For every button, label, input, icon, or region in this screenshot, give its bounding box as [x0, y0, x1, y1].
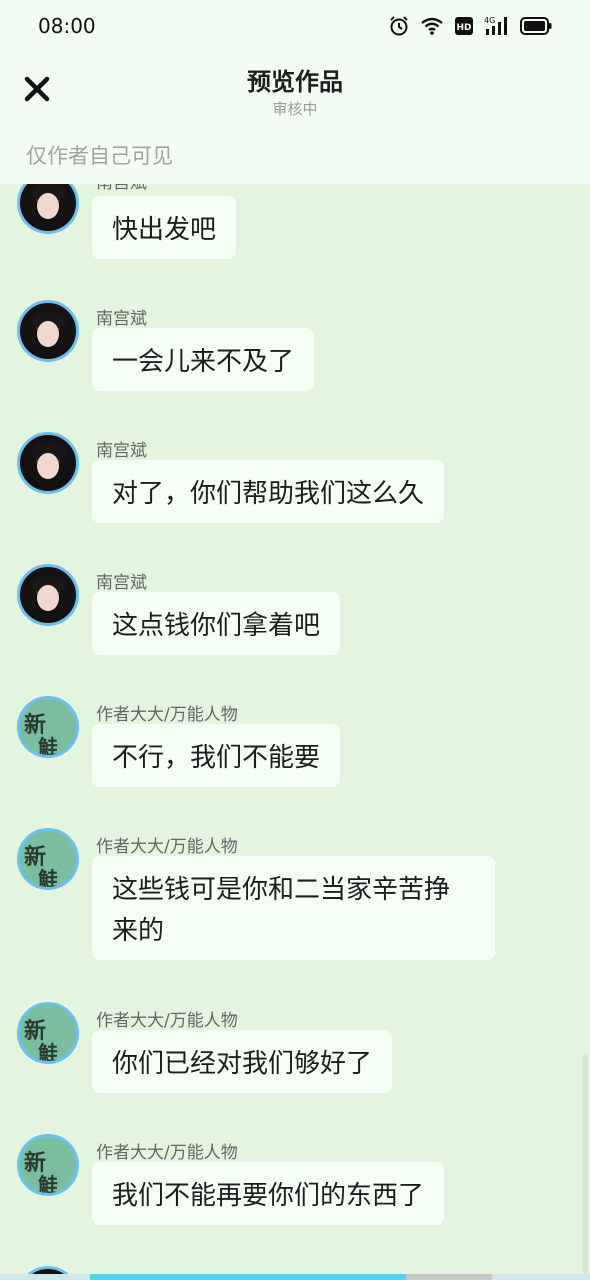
hd-icon: HD	[455, 17, 473, 35]
sender-name: 作者大大/万能人物	[96, 1143, 238, 1163]
progress-fill	[90, 1274, 406, 1280]
avatar[interactable]	[17, 564, 79, 626]
avatar-char: 鮭	[38, 1041, 58, 1064]
sender-name: 作者大大/万能人物	[96, 837, 238, 857]
sender-name: 作者大大/万能人物	[96, 705, 238, 725]
message-bubble[interactable]: 我们不能再要你们的东西了	[92, 1162, 445, 1225]
visibility-note: 仅作者自己可见	[26, 144, 173, 168]
message-bubble[interactable]: 你们已经对我们够好了	[92, 1030, 393, 1093]
page-title: 预览作品	[247, 68, 343, 96]
avatar-char: 鮭	[38, 867, 58, 890]
status-bar: 08:00 HD 4G	[0, 0, 590, 52]
progress-remaining	[406, 1274, 492, 1280]
signal-4g-icon: 4G	[484, 16, 507, 35]
svg-text:HD: HD	[456, 23, 471, 33]
message-bubble[interactable]: 对了，你们帮助我们这么久	[92, 460, 445, 523]
avatar[interactable]	[17, 432, 79, 494]
sender-name: 南宫斌	[96, 184, 147, 193]
avatar[interactable]: 新 鮭	[17, 1134, 79, 1196]
battery-icon	[520, 17, 552, 35]
avatar[interactable]	[17, 300, 79, 362]
wifi-icon	[421, 17, 443, 35]
chat-list[interactable]: 南宫斌 快出发吧 南宫斌 一会儿来不及了 南宫斌 对了，你们帮助我们这么久 南宫…	[0, 184, 590, 1280]
avatar[interactable]: 新 鮭	[17, 828, 79, 890]
avatar[interactable]: 新 鮭	[17, 696, 79, 758]
scrollbar[interactable]	[582, 1054, 588, 1274]
sender-name: 南宫斌	[96, 573, 147, 593]
sender-name: 南宫斌	[96, 441, 147, 461]
avatar-char: 鮭	[38, 1173, 58, 1196]
message-bubble[interactable]: 这些钱可是你和二当家辛苦挣来的	[92, 856, 495, 960]
status-time: 08:00	[38, 14, 96, 38]
avatar[interactable]	[17, 184, 79, 234]
svg-text:4G: 4G	[484, 16, 495, 25]
review-status: 审核中	[272, 100, 318, 118]
status-icons: HD 4G	[388, 14, 552, 38]
alarm-icon	[390, 16, 408, 36]
message-bubble[interactable]: 不行，我们不能要	[92, 724, 341, 787]
sender-name: 南宫斌	[96, 309, 147, 329]
avatar-char: 鮭	[38, 735, 58, 758]
message-bubble[interactable]: 一会儿来不及了	[92, 328, 315, 391]
message-bubble[interactable]: 这点钱你们拿着吧	[92, 592, 341, 655]
message-bubble[interactable]: 快出发吧	[92, 196, 237, 259]
avatar[interactable]: 新 鮭	[17, 1002, 79, 1064]
preview-header: 预览作品 审核中 仅作者自己可见	[0, 52, 590, 184]
sender-name: 作者大大/万能人物	[96, 1011, 238, 1031]
